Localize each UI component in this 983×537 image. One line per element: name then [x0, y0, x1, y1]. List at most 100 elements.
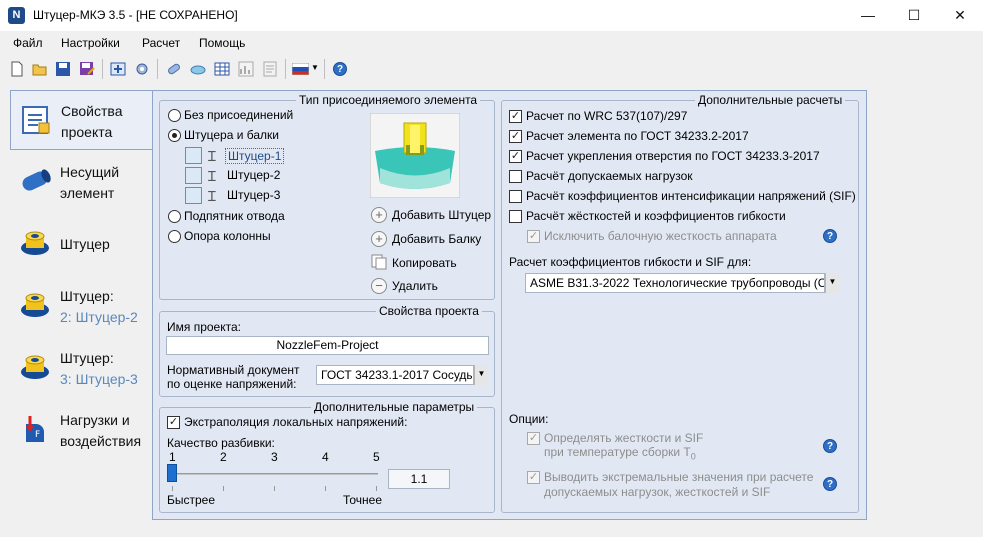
svg-text:F: F — [35, 430, 40, 440]
extreme-values-checkbox[interactable]: ✓ — [527, 471, 540, 484]
radio-elbow-support[interactable] — [168, 210, 181, 223]
settings-gear-icon[interactable] — [133, 60, 151, 78]
toolbar-separator — [157, 59, 158, 79]
nozzle-node-icon — [185, 187, 202, 204]
help-icon[interactable]: ? — [823, 477, 837, 491]
slider-tick — [325, 486, 326, 491]
nozzle-icon — [21, 231, 49, 255]
gost-reinforcement-checkbox[interactable]: ✓ — [509, 150, 522, 163]
plus-icon: + — [371, 207, 387, 223]
nozzle-icon — [21, 293, 49, 317]
radio-label: Опора колонны — [184, 229, 271, 243]
table-icon[interactable] — [213, 60, 231, 78]
nav-project-properties[interactable]: Свойства проекта — [10, 90, 153, 150]
tree-item-nozzle-3[interactable]: Штуцер-3 — [227, 188, 280, 202]
sif-standard-label: Расчет коэффициентов гибкости и SIF для: — [509, 255, 752, 269]
toolbar-separator — [285, 59, 286, 79]
tree-item-nozzle-1[interactable]: Штуцер-1 — [225, 148, 285, 164]
nav-bearing-element[interactable]: Несущий элемент — [10, 152, 153, 212]
gost-element-checkbox[interactable]: ✓ — [509, 130, 522, 143]
sif-standard-select[interactable]: ASME B31.3-2022 Технологические трубопро… — [525, 273, 825, 293]
nozzle-icon — [21, 355, 49, 379]
help-icon[interactable]: ? — [823, 439, 837, 453]
norm-doc-label: по оценке напряжений: — [167, 377, 297, 391]
nozzle-node-icon — [185, 167, 202, 184]
chevron-down-icon[interactable]: ▼ — [474, 365, 488, 385]
allowable-loads-checkbox[interactable] — [509, 170, 522, 183]
beam-icon: Ɪ — [208, 188, 216, 204]
calc-option-label: Расчет по WRC 537(107)/297 — [526, 109, 688, 123]
slider-tick — [274, 486, 275, 491]
tick-label: 3 — [271, 450, 278, 464]
project-name-input[interactable]: NozzleFem-Project — [166, 336, 489, 355]
new-file-icon[interactable] — [8, 60, 26, 78]
assembly-temp-checkbox[interactable]: ✓ — [527, 432, 540, 445]
calc-option-label: Расчёт жёсткостей и коэффициентов гибкос… — [526, 209, 786, 223]
close-button[interactable]: ✕ — [937, 0, 983, 31]
slider-thumb[interactable] — [167, 464, 177, 482]
nav-nozzle-2[interactable]: Штуцер: 2: Штуцер-2 — [10, 276, 153, 336]
menu-help[interactable]: Помощь — [199, 36, 245, 50]
mesh-quality-value[interactable]: 1.1 — [388, 469, 450, 489]
window-title: Штуцер-МКЭ 3.5 - [НЕ СОХРАНЕНО] — [33, 8, 238, 22]
radio-column-support[interactable] — [168, 230, 181, 243]
menu-file[interactable]: Файл — [13, 36, 43, 50]
slider-tick — [172, 486, 173, 491]
slider-tick — [223, 486, 224, 491]
nav-nozzle-1[interactable]: Штуцер — [10, 214, 153, 274]
maximize-button[interactable]: ☐ — [891, 0, 937, 31]
minimize-button[interactable]: — — [845, 0, 891, 31]
tick-label: 4 — [322, 450, 329, 464]
tree-item-nozzle-2[interactable]: Штуцер-2 — [227, 168, 280, 182]
app-icon: N — [8, 7, 25, 24]
menu-settings[interactable]: Настройки — [61, 36, 120, 50]
menu-calc[interactable]: Расчет — [142, 36, 180, 50]
tick-label: 5 — [373, 450, 380, 464]
mesh-quality-label: Качество разбивки: — [167, 436, 275, 450]
save-icon[interactable] — [54, 60, 72, 78]
radio-nozzles-and-beams[interactable] — [168, 129, 181, 142]
wrc-checkbox[interactable]: ✓ — [509, 110, 522, 123]
nav-nozzle-3[interactable]: Штуцер: 3: Штуцер-3 — [10, 338, 153, 398]
additional-calcs-title: Дополнительные расчеты — [695, 93, 846, 107]
help-icon[interactable]: ? — [333, 62, 347, 76]
radio-label: Подпятник отвода — [184, 209, 285, 223]
calculate-icon[interactable] — [109, 60, 127, 78]
beam-icon: Ɪ — [208, 148, 216, 164]
assembly-temp-label: Определять жесткости и SIF — [544, 431, 704, 445]
assembly-temp-label-2: при температуре сборки T0 — [544, 445, 696, 462]
save-as-icon[interactable] — [78, 60, 96, 78]
project-properties-icon — [22, 106, 50, 134]
add-nozzle-button[interactable]: Добавить Штуцер — [392, 208, 491, 222]
calc-option-label: Расчёт коэффициентов интенсификации напр… — [526, 189, 856, 203]
tick-label: 1 — [169, 450, 176, 464]
copy-icon — [371, 254, 387, 270]
help-icon[interactable]: ? — [823, 229, 837, 243]
radio-no-attachments[interactable] — [168, 109, 181, 122]
pipe-icon — [22, 169, 51, 191]
stiffness-checkbox[interactable] — [509, 210, 522, 223]
project-props-title: Свойства проекта — [376, 304, 482, 318]
norm-doc-select[interactable]: ГОСТ 34233.1-2017 Сосуды и — [316, 365, 474, 385]
sif-checkbox[interactable] — [509, 190, 522, 203]
model-view-icon[interactable] — [189, 60, 207, 78]
delete-button[interactable]: Удалить — [392, 279, 438, 293]
chevron-down-icon[interactable]: ▼ — [825, 273, 839, 293]
extrapolation-checkbox[interactable]: ✓ — [167, 416, 180, 429]
exclude-beam-stiffness-checkbox[interactable]: ✓ — [527, 230, 540, 243]
loads-icon: F — [26, 416, 44, 442]
language-flag-icon[interactable] — [292, 63, 309, 75]
copy-button[interactable]: Копировать — [392, 256, 457, 270]
beam-icon: Ɪ — [208, 168, 216, 184]
slider-track[interactable] — [170, 473, 378, 475]
project-name-label: Имя проекта: — [167, 320, 241, 334]
extreme-values-label-2: допускаемых нагрузок, жесткостей и SIF — [544, 485, 771, 499]
open-folder-icon[interactable] — [31, 60, 49, 78]
toolbar-separator — [324, 59, 325, 79]
nav-loads[interactable]: F Нагрузки и воздействия — [10, 400, 153, 460]
faster-label: Быстрее — [167, 493, 216, 507]
chart-icon — [238, 61, 254, 77]
pipe-view-icon[interactable] — [165, 60, 183, 78]
chevron-down-icon[interactable]: ▼ — [311, 63, 319, 72]
add-beam-button[interactable]: Добавить Балку — [392, 232, 481, 246]
